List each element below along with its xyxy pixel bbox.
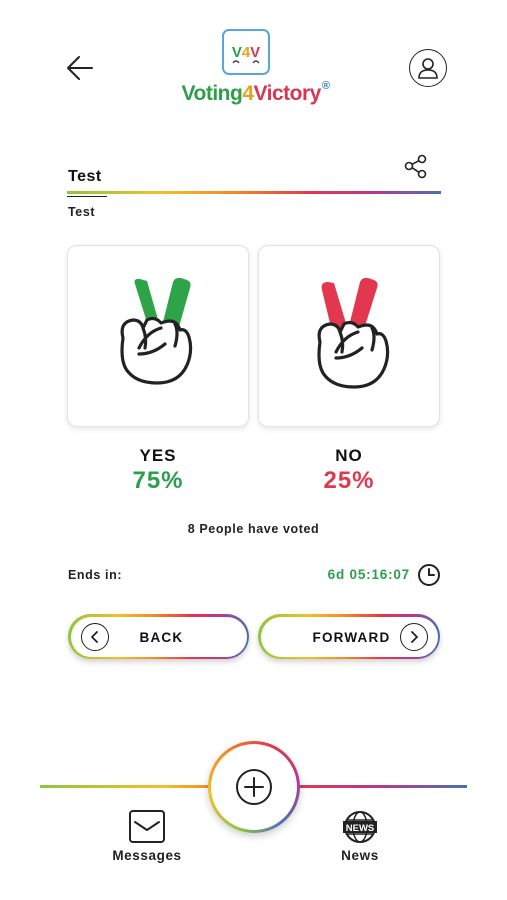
- svg-text:NEWS: NEWS: [346, 823, 375, 834]
- no-label: NO: [335, 446, 363, 465]
- share-icon: [404, 154, 427, 179]
- plus-icon: [236, 769, 272, 805]
- brand-name: Voting4Victory®: [181, 80, 330, 105]
- envelope-icon: [129, 810, 165, 843]
- title-gradient-divider: [67, 191, 441, 194]
- chevron-right-icon: [399, 622, 428, 651]
- vote-no-card[interactable]: [258, 245, 440, 427]
- yes-label: YES: [139, 446, 177, 465]
- yes-percentage: 75%: [132, 467, 184, 494]
- title-underline: [67, 196, 107, 197]
- profile-button[interactable]: [409, 49, 447, 87]
- vote-yes-card[interactable]: [67, 245, 249, 427]
- app-logo: V4V: [222, 29, 270, 75]
- messages-label: Messages: [112, 848, 182, 863]
- messages-nav-item[interactable]: Messages: [92, 810, 202, 863]
- logo-icon: V4V: [232, 44, 260, 64]
- back-button-label: BACK: [139, 629, 184, 645]
- peace-hand-yes-icon: [120, 277, 193, 385]
- svg-text:V4V: V4V: [232, 44, 260, 61]
- user-profile-icon: [418, 58, 438, 79]
- poll-title: Test: [68, 168, 102, 185]
- news-nav-item[interactable]: NEWS News: [305, 810, 415, 863]
- back-arrow-button[interactable]: [60, 50, 100, 86]
- peace-hand-no-icon: [317, 277, 390, 389]
- no-percentage: 25%: [323, 467, 375, 494]
- news-label: News: [341, 848, 379, 863]
- share-button[interactable]: [402, 153, 430, 181]
- forward-button-label: FORWARD: [312, 629, 391, 645]
- arrow-left-icon: [67, 56, 93, 80]
- back-button[interactable]: BACK: [68, 614, 249, 659]
- bottom-nav-divider-left: [40, 785, 215, 788]
- globe-news-icon: NEWS: [343, 811, 377, 843]
- create-poll-button[interactable]: [208, 741, 300, 833]
- chevron-left-icon: [80, 622, 109, 651]
- ends-in-label: Ends in:: [68, 568, 123, 582]
- voter-count: 8 People have voted: [187, 522, 320, 536]
- poll-description: Test: [68, 205, 96, 219]
- bottom-nav-divider-right: [295, 785, 467, 788]
- clock-icon: [417, 563, 441, 587]
- countdown-timer: 6d 05:16:07: [327, 567, 410, 582]
- forward-button[interactable]: FORWARD: [258, 614, 440, 659]
